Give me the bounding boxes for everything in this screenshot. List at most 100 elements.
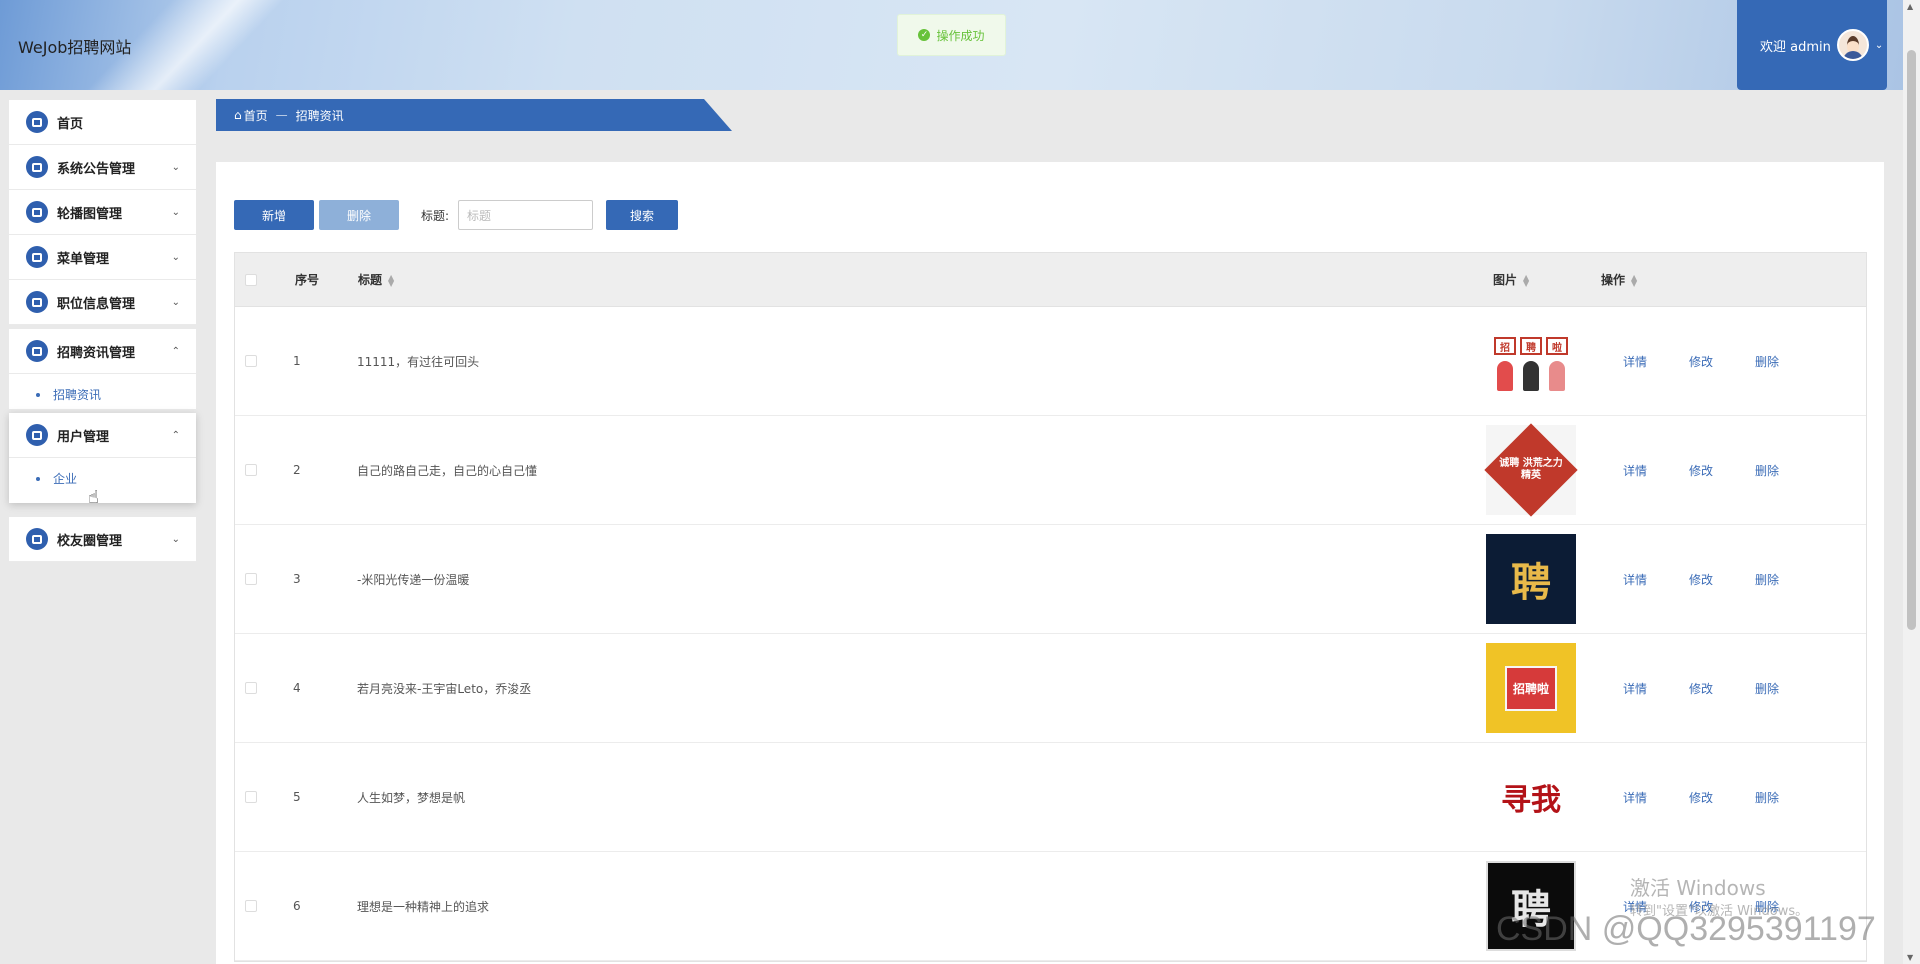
user-menu[interactable]: 欢迎 admin ⌄ xyxy=(1737,0,1887,90)
page-scrollbar[interactable]: ▲ ▼ xyxy=(1903,0,1920,964)
check-circle-icon: ✓ xyxy=(918,29,931,41)
row-no: 2 xyxy=(293,463,301,477)
header-image[interactable]: 图片 ▲ ▼ xyxy=(1493,271,1529,288)
detail-link[interactable]: 详情 xyxy=(1623,571,1647,588)
sidebar-item-users[interactable]: 用户管理 ⌃ xyxy=(9,413,196,458)
row-actions: 详情 修改 删除 xyxy=(1623,571,1779,588)
row-checkbox[interactable] xyxy=(245,355,257,367)
sort-icon[interactable]: ▲ ▼ xyxy=(1523,273,1529,287)
row-no: 5 xyxy=(293,790,301,804)
home-icon xyxy=(26,111,48,133)
chevron-up-icon: ⌃ xyxy=(171,429,180,441)
hand-cursor-icon: ☝ xyxy=(88,487,99,508)
chevron-down-icon: ⌄ xyxy=(171,206,180,218)
table-row: 3 -米阳光传递一份温暖 聘 详情 修改 删除 xyxy=(235,525,1866,634)
app-header: WeJob招聘网站 ✓ 操作成功 欢迎 admin ⌄ xyxy=(0,0,1920,90)
sidebar-subitem-company[interactable]: 企业 xyxy=(9,466,196,493)
sidebar-item-home[interactable]: 首页 xyxy=(9,100,196,145)
sidebar-item-label: 系统公告管理 xyxy=(57,161,136,177)
row-title: 理想是一种精神上的追求 xyxy=(357,899,490,914)
edit-link[interactable]: 修改 xyxy=(1689,680,1713,697)
detail-link[interactable]: 详情 xyxy=(1623,789,1647,806)
row-no: 3 xyxy=(293,572,301,586)
delete-link[interactable]: 删除 xyxy=(1755,462,1779,479)
avatar[interactable] xyxy=(1836,29,1869,61)
sidebar-item-news[interactable]: 招聘资讯管理 ⌃ xyxy=(9,329,196,374)
table-row: 5 人生如梦，梦想是帆 寻我 详情 修改 删除 xyxy=(235,743,1866,852)
sidebar-item-jobs[interactable]: 职位信息管理 ⌄ xyxy=(9,280,196,325)
row-title: 人生如梦，梦想是帆 xyxy=(357,790,466,805)
row-checkbox[interactable] xyxy=(245,791,257,803)
sidebar: 首页 系统公告管理 ⌄ 轮播图管理 ⌄ 菜单管理 ⌄ 职位信息管理 ⌄ 招聘资讯… xyxy=(9,100,196,562)
row-checkbox[interactable] xyxy=(245,682,257,694)
content-panel: 新增 删除 标题: 标题 搜索 序号 标题 ▲ ▼ 图片 ▲ ▼ 操作 ▲ ▼ 1 1111… xyxy=(216,162,1884,964)
table-row: 4 若月亮没来-王宇宙Leto，乔浚丞 招聘啦 详情 修改 删除 xyxy=(235,634,1866,743)
row-title: 11111，有过往可回头 xyxy=(357,354,480,369)
sidebar-item-label: 招聘资讯管理 xyxy=(57,345,136,361)
table-row: 1 11111，有过往可回头 招 聘 啦 详情 修改 删除 xyxy=(235,307,1866,416)
breadcrumb: ⌂ 首页 — 招聘资讯 xyxy=(216,99,732,131)
row-actions: 详情 修改 删除 xyxy=(1623,680,1779,697)
row-thumbnail: 寻我 xyxy=(1486,752,1576,842)
row-actions: 详情 修改 删除 xyxy=(1623,462,1779,479)
delete-link[interactable]: 删除 xyxy=(1755,571,1779,588)
header-no: 序号 xyxy=(295,273,320,287)
welcome-text: 欢迎 admin xyxy=(1760,39,1831,55)
row-actions: 详情 修改 删除 xyxy=(1623,353,1779,370)
chevron-up-icon: ⌃ xyxy=(171,345,180,357)
select-all-checkbox[interactable] xyxy=(245,273,257,286)
title-search-input[interactable]: 标题 xyxy=(458,200,594,230)
scrollbar-thumb[interactable] xyxy=(1907,50,1916,630)
sidebar-item-menus[interactable]: 菜单管理 ⌄ xyxy=(9,235,196,280)
breadcrumb-home[interactable]: 首页 xyxy=(244,107,268,124)
detail-link[interactable]: 详情 xyxy=(1623,680,1647,697)
table-header: 序号 标题 ▲ ▼ 图片 ▲ ▼ 操作 ▲ ▼ xyxy=(235,253,1866,307)
edit-link[interactable]: 修改 xyxy=(1689,789,1713,806)
chevron-down-icon: ⌄ xyxy=(171,251,180,263)
briefcase-icon xyxy=(26,291,48,313)
title-label: 标题: xyxy=(421,208,450,223)
image-icon xyxy=(26,201,48,223)
row-no: 4 xyxy=(293,681,301,695)
site-title: WeJob招聘网站 xyxy=(18,38,132,57)
edit-link[interactable]: 修改 xyxy=(1689,353,1713,370)
delete-link[interactable]: 删除 xyxy=(1755,680,1779,697)
edit-link[interactable]: 修改 xyxy=(1689,571,1713,588)
sidebar-item-label: 校友圈管理 xyxy=(57,533,123,549)
sidebar-item-label: 首页 xyxy=(57,116,84,132)
edit-link[interactable]: 修改 xyxy=(1689,462,1713,479)
table-row: 2 自己的路自己走，自己的心自己懂 诚聘 洪荒之力 精英 详情 修改 删除 xyxy=(235,416,1866,525)
chip-icon xyxy=(26,340,48,362)
row-no: 1 xyxy=(293,354,301,368)
breadcrumb-separator: — xyxy=(275,108,288,122)
delete-button[interactable]: 删除 xyxy=(319,200,399,230)
chevron-down-icon: ⌄ xyxy=(171,296,180,308)
search-button[interactable]: 搜索 xyxy=(606,200,679,230)
windows-activation-title: 激活 Windows xyxy=(1630,876,1766,900)
header-title[interactable]: 标题 ▲ ▼ xyxy=(358,271,394,288)
detail-link[interactable]: 详情 xyxy=(1623,353,1647,370)
delete-link[interactable]: 删除 xyxy=(1755,789,1779,806)
header-ops[interactable]: 操作 ▲ ▼ xyxy=(1601,271,1637,288)
sidebar-item-label: 用户管理 xyxy=(57,429,110,445)
sidebar-item-carousel[interactable]: 轮播图管理 ⌄ xyxy=(9,190,196,235)
row-checkbox[interactable] xyxy=(245,573,257,585)
breadcrumb-current: 招聘资讯 xyxy=(295,108,344,123)
submenu-users: 企业 xyxy=(9,458,196,503)
chevron-down-icon: ⌄ xyxy=(171,161,180,173)
add-button[interactable]: 新增 xyxy=(234,200,314,230)
detail-link[interactable]: 详情 xyxy=(1623,462,1647,479)
scroll-down-icon[interactable]: ▼ xyxy=(1907,953,1913,962)
sidebar-item-announcements[interactable]: 系统公告管理 ⌄ xyxy=(9,145,196,190)
success-toast: ✓ 操作成功 xyxy=(897,14,1006,56)
scroll-up-icon[interactable]: ▲ xyxy=(1907,2,1913,11)
sort-icon[interactable]: ▲ ▼ xyxy=(388,273,394,287)
sidebar-subitem-news[interactable]: 招聘资讯 xyxy=(9,382,196,409)
sidebar-item-alumni[interactable]: 校友圈管理 ⌄ xyxy=(9,517,196,562)
chevron-down-icon: ⌄ xyxy=(1874,39,1884,51)
sort-icon[interactable]: ▲ ▼ xyxy=(1631,273,1637,287)
row-checkbox[interactable] xyxy=(245,900,257,912)
printer-icon xyxy=(26,156,48,178)
delete-link[interactable]: 删除 xyxy=(1755,353,1779,370)
row-checkbox[interactable] xyxy=(245,464,257,476)
